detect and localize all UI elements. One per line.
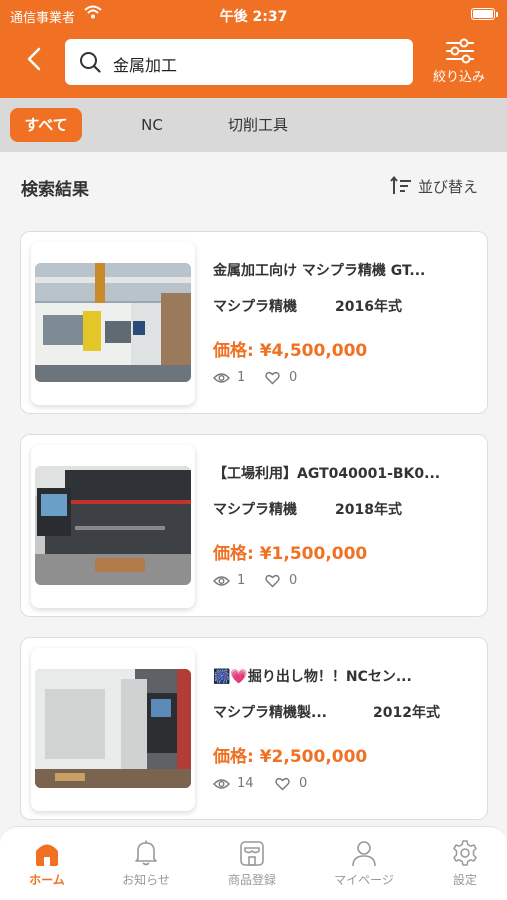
category-tabs: すべて NC 切削工具	[0, 98, 507, 152]
machine-image	[35, 263, 191, 382]
view-count: 14	[237, 776, 254, 791]
nav-notifications[interactable]: お知らせ	[100, 839, 192, 891]
filter-label: 絞り込み	[432, 70, 485, 85]
search-icon	[80, 52, 101, 73]
tab-cutting-tools[interactable]: 切削工具	[212, 108, 304, 142]
like-count: 0	[289, 573, 298, 588]
machine-image	[35, 466, 191, 585]
search-query: 金属加工	[113, 56, 178, 75]
bottom-nav: ホーム お知らせ 商品登録 マイページ 設定	[0, 826, 507, 900]
view-count: 1	[237, 370, 246, 385]
nav-label: ホーム	[29, 873, 65, 887]
heart-icon[interactable]	[275, 777, 290, 791]
sort-icon	[390, 176, 411, 194]
listing-card[interactable]: 【工場利用】AGT040001-BK0... マシプラ精機 2018年式 価格:…	[20, 434, 488, 617]
like-count: 0	[299, 776, 308, 791]
gear-icon	[453, 840, 477, 866]
store-icon	[240, 841, 264, 866]
nav-label: お知らせ	[122, 873, 170, 887]
eye-icon	[213, 373, 230, 383]
results-title: 検索結果	[21, 180, 89, 200]
app-header: 通信事業者 午後 2:37 金属加工 絞り込み	[0, 0, 507, 98]
nav-settings[interactable]: 設定	[419, 839, 507, 891]
listing-stats: 1 0	[213, 370, 413, 388]
listing-price: 価格: ¥2,500,000	[213, 747, 368, 767]
listing-image-frame	[31, 648, 195, 811]
nav-mypage[interactable]: マイページ	[318, 839, 410, 891]
listing-maker: マシプラ精機	[213, 502, 297, 518]
listing-price: 価格: ¥1,500,000	[213, 544, 368, 564]
nav-list-item[interactable]: 商品登録	[206, 839, 298, 891]
tab-nc[interactable]: NC	[122, 108, 182, 142]
home-icon	[36, 844, 58, 866]
user-icon	[352, 841, 376, 867]
nav-label: 商品登録	[227, 873, 276, 887]
listing-stats: 1 0	[213, 573, 413, 591]
view-count: 1	[237, 573, 246, 588]
status-time: 午後 2:37	[219, 9, 288, 25]
heart-icon[interactable]	[265, 371, 280, 385]
listing-card[interactable]: 🎆💗掘り出し物！！NCセン... マシプラ精機製... 2012年式 価格: ¥…	[20, 637, 488, 820]
bell-icon	[135, 840, 157, 866]
battery-icon	[471, 8, 498, 20]
status-bar: 通信事業者 午後 2:37	[0, 0, 507, 30]
listing-card[interactable]: 金属加工向け マシプラ精機 GT... マシプラ精機 2016年式 価格: ¥4…	[20, 231, 488, 414]
sort-label: 並び替え	[418, 178, 479, 196]
like-count: 0	[289, 370, 298, 385]
filter-button[interactable]: 絞り込み	[425, 38, 493, 88]
listing-maker: マシプラ精機製...	[213, 705, 327, 721]
back-button[interactable]	[20, 44, 50, 74]
nav-label: 設定	[452, 873, 477, 887]
eye-icon	[213, 576, 230, 586]
machine-image	[35, 669, 191, 788]
search-input[interactable]: 金属加工	[65, 39, 413, 85]
sort-button[interactable]: 並び替え	[390, 174, 490, 198]
listing-price: 価格: ¥4,500,000	[213, 341, 368, 361]
listing-maker: マシプラ精機	[213, 299, 297, 315]
listing-stats: 14 0	[213, 776, 413, 794]
listing-title: 【工場利用】AGT040001-BK0...	[213, 466, 441, 482]
nav-home[interactable]: ホーム	[1, 839, 93, 891]
listing-year: 2016年式	[335, 299, 402, 315]
listing-year: 2018年式	[335, 502, 402, 518]
sliders-icon	[446, 38, 474, 64]
tab-all[interactable]: すべて	[10, 108, 82, 142]
listing-title: 金属加工向け マシプラ精機 GT...	[213, 263, 426, 279]
heart-icon[interactable]	[265, 574, 280, 588]
listing-year: 2012年式	[373, 705, 440, 721]
listing-image-frame	[31, 242, 195, 405]
nav-label: マイページ	[334, 873, 394, 887]
eye-icon	[213, 779, 230, 789]
listing-title: 🎆💗掘り出し物！！NCセン...	[213, 669, 412, 685]
listing-image-frame	[31, 445, 195, 608]
